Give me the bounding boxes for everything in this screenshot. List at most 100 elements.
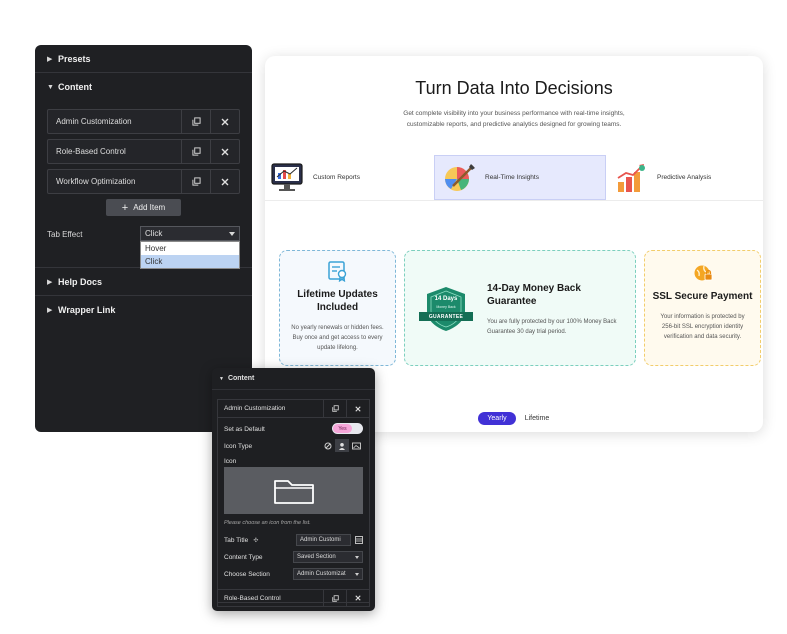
- card-money-back-title: 14-Day Money Back Guarantee: [487, 283, 581, 307]
- tab-effect-dropdown: Hover Click: [140, 241, 240, 269]
- tab-real-time-insights[interactable]: Real-Time Insights: [434, 155, 606, 200]
- caret-right-icon: ▶: [47, 278, 53, 286]
- repeater-item[interactable]: Admin Customization: [47, 109, 240, 134]
- icon-help-note: Please choose an icon from the list.: [224, 520, 311, 526]
- database-icon[interactable]: [355, 536, 363, 544]
- content-settings-panel: ▼ Content Admin Customization Set as Def…: [212, 368, 375, 611]
- tab-title-row: Tab Title ✣ Admin Customi: [218, 531, 369, 549]
- image-icon[interactable]: [349, 439, 363, 452]
- tab-effect-label: Tab Effect: [47, 230, 83, 239]
- report-icon: [271, 162, 305, 194]
- repeater-item-label[interactable]: Workflow Optimization: [48, 170, 181, 193]
- card-ssl-secure: SSL Secure Payment Your information is p…: [644, 250, 761, 366]
- section-wrapper-link-label: Wrapper Link: [58, 305, 116, 315]
- chevron-down-icon: [355, 573, 359, 576]
- feature-tabs: Custom Reports Real-Time Insights Predic…: [265, 155, 763, 201]
- card-money-back-text: You are fully protected by our 100% Mone…: [487, 319, 617, 335]
- repeater-item-collapsed[interactable]: Role-Based Control: [217, 589, 370, 607]
- close-icon: [355, 405, 361, 412]
- duplicate-button[interactable]: [181, 110, 210, 133]
- choose-section-select[interactable]: Admin Customizat: [293, 568, 363, 580]
- duplicate-button[interactable]: [323, 589, 346, 607]
- tab-effect-control: Tab Effect Click Hover Click: [47, 226, 240, 269]
- content-section-body: Admin Customization Role-Based Control W…: [35, 101, 252, 269]
- dynamic-tags-icon[interactable]: ✣: [253, 537, 258, 544]
- repeater-item-label[interactable]: Role-Based Control: [218, 595, 323, 602]
- toggle-lifetime[interactable]: Lifetime: [516, 412, 558, 425]
- remove-button[interactable]: [346, 399, 369, 418]
- section-wrapper-link[interactable]: ▶ Wrapper Link: [35, 296, 252, 324]
- duplicate-button[interactable]: [181, 140, 210, 163]
- remove-button[interactable]: [210, 170, 239, 193]
- dropdown-option-click[interactable]: Click: [141, 255, 239, 268]
- tab-title-input[interactable]: Admin Customi: [296, 534, 351, 546]
- section-help-docs[interactable]: ▶ Help Docs: [35, 268, 252, 296]
- guarantee-badge: 14 Days Money Back GUARANTEE: [417, 285, 475, 333]
- section-content[interactable]: ▼ Content: [35, 73, 252, 101]
- icon-label: Icon: [224, 457, 237, 465]
- toggle-yearly[interactable]: Yearly: [478, 412, 516, 425]
- duplicate-icon: [191, 177, 201, 186]
- content-type-value: Saved Section: [297, 554, 336, 560]
- guarantee-cards: Lifetime Updates Included No yearly rene…: [265, 250, 763, 368]
- repeater-item-label[interactable]: Admin Customization: [48, 110, 181, 133]
- tab-custom-reports-label: Custom Reports: [313, 174, 360, 181]
- card-lifetime-updates-title: Lifetime Updates Included: [297, 289, 378, 313]
- content-type-select[interactable]: Saved Section: [293, 551, 363, 563]
- none-icon[interactable]: [321, 439, 335, 452]
- duplicate-button[interactable]: [323, 399, 346, 418]
- tab-title-value: Admin Customi: [300, 537, 341, 543]
- set-default-switch[interactable]: Yes: [332, 423, 363, 434]
- caret-right-icon: ▶: [47, 55, 53, 63]
- secure-globe-icon: [693, 263, 713, 283]
- repeater-item-expanded: Admin Customization Set as Default Yes I…: [217, 399, 370, 603]
- palette-icon: [443, 162, 477, 194]
- duplicate-icon: [331, 594, 339, 602]
- icon-type-label: Icon Type: [224, 442, 253, 450]
- choose-section-label: Choose Section: [224, 570, 270, 578]
- front-section-content-label: Content: [227, 375, 255, 382]
- remove-button[interactable]: [210, 110, 239, 133]
- tab-custom-reports[interactable]: Custom Reports: [271, 155, 435, 200]
- repeater-item[interactable]: Workflow Optimization: [47, 169, 240, 194]
- add-item-button[interactable]: + Add Item: [106, 199, 181, 216]
- tab-predictive-analysis[interactable]: Predictive Analysis: [615, 155, 755, 200]
- card-lifetime-updates: Lifetime Updates Included No yearly rene…: [279, 250, 396, 366]
- tab-title-label: Tab Title: [224, 536, 249, 544]
- billing-toggle: Yearly Lifetime: [478, 410, 564, 427]
- tab-effect-select[interactable]: Click: [140, 226, 240, 241]
- icon-library-icon[interactable]: [335, 439, 349, 452]
- duplicate-button[interactable]: [181, 170, 210, 193]
- add-item-label: Add Item: [133, 203, 166, 212]
- repeater-item[interactable]: Role-Based Control: [47, 139, 240, 164]
- front-section-content[interactable]: ▼ Content: [212, 368, 375, 390]
- caret-down-icon: ▼: [219, 375, 224, 382]
- close-icon: [221, 178, 229, 185]
- repeater-item-label[interactable]: Admin Customization: [218, 405, 323, 412]
- card-ssl-secure-text: Your information is protected by 256-bit…: [660, 314, 745, 340]
- tab-effect-value: Click: [145, 229, 163, 238]
- tab-real-time-insights-label: Real-Time Insights: [485, 174, 539, 181]
- duplicate-icon: [191, 117, 201, 126]
- repeater-item-label[interactable]: Role-Based Control: [48, 140, 181, 163]
- close-icon: [221, 118, 229, 125]
- bar-chart-icon: [615, 162, 649, 194]
- chevron-down-icon: [355, 556, 359, 559]
- card-money-back: 14 Days Money Back GUARANTEE 14-Day Mone…: [404, 250, 636, 366]
- dropdown-option-hover[interactable]: Hover: [141, 242, 239, 255]
- card-ssl-secure-title: SSL Secure Payment: [652, 291, 753, 302]
- icon-picker[interactable]: [224, 467, 363, 514]
- set-default-label: Set as Default: [224, 425, 265, 433]
- tab-predictive-analysis-label: Predictive Analysis: [657, 174, 712, 181]
- remove-button[interactable]: [210, 140, 239, 163]
- remove-button[interactable]: [346, 589, 369, 607]
- plus-icon: +: [121, 201, 129, 214]
- section-presets-label: Presets: [58, 53, 91, 64]
- badge-money-back: Money Back: [436, 305, 456, 309]
- section-content-label: Content: [58, 82, 92, 92]
- chevron-down-icon: [229, 232, 235, 236]
- badge-days: 14 Days: [434, 296, 458, 302]
- repeater-item-header[interactable]: Admin Customization: [218, 399, 369, 418]
- section-presets[interactable]: ▶ Presets: [35, 45, 252, 73]
- set-default-value: Yes: [333, 424, 352, 433]
